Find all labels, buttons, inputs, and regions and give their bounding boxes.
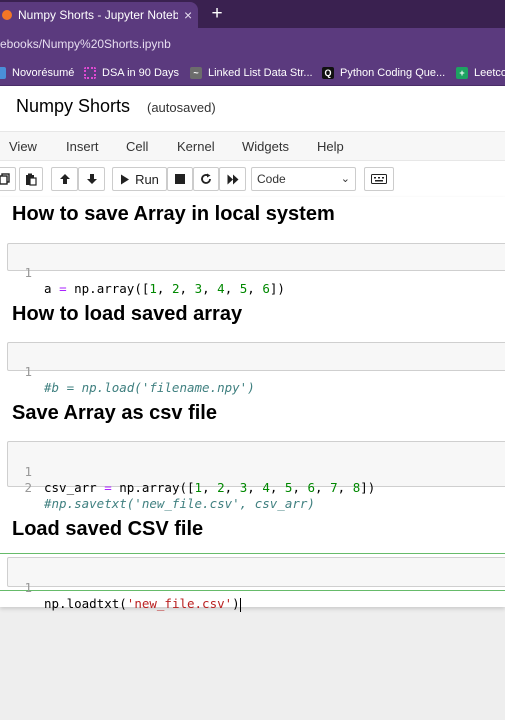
browser-tab[interactable]: Numpy Shorts - Jupyter Notebook ×	[0, 2, 198, 28]
code-cell[interactable]: 1 #b = np.load('filename.npy')	[7, 342, 505, 395]
markdown-heading[interactable]: Save Array as csv file	[12, 402, 217, 425]
keyboard-icon	[371, 174, 387, 184]
menu-insert[interactable]: Insert	[66, 139, 99, 154]
arrow-down-icon	[86, 174, 97, 184]
run-label: Run	[135, 171, 159, 187]
line-number: 1	[24, 265, 32, 280]
python-coding-site-icon: Q	[322, 67, 334, 79]
code-text: np.loadtxt('new_file.csv')	[44, 596, 241, 612]
move-down-button[interactable]	[78, 167, 105, 191]
markdown-heading[interactable]: How to load saved array	[12, 303, 242, 326]
stop-icon	[175, 174, 185, 184]
restart-kernel-button[interactable]	[193, 167, 219, 191]
bookmark-dsa[interactable]: DSA in 90 Days	[84, 65, 179, 81]
menu-bar: View Insert Cell Kernel Widgets Help	[0, 131, 505, 161]
jupyter-favicon-icon	[2, 10, 12, 20]
url-text[interactable]: ebooks/Numpy%20Shorts.ipynb	[0, 37, 171, 51]
linked-list-site-icon: ~	[190, 67, 202, 79]
browser-tab-strip: Numpy Shorts - Jupyter Notebook × +	[0, 0, 505, 28]
code-cell[interactable]: 1 a = np.array([1, 2, 3, 4, 5, 6])	[7, 243, 505, 296]
code-line: 1 #b = np.load('filename.npy')	[8, 348, 505, 395]
tab-title: Numpy Shorts - Jupyter Notebook	[18, 8, 178, 22]
run-button[interactable]: Run	[112, 167, 167, 191]
new-tab-button[interactable]: +	[206, 3, 228, 25]
line-number: 2	[24, 480, 32, 495]
cell-type-value: Code	[257, 172, 286, 186]
code-text: #np.savetxt('new_file.csv', csv_arr)	[44, 496, 315, 511]
text-cursor	[239, 597, 241, 612]
dsa-icon	[84, 67, 96, 79]
copy-cell-button[interactable]	[0, 167, 16, 191]
address-bar[interactable]: ebooks/Numpy%20Shorts.ipynb	[0, 28, 505, 60]
tab-close-icon[interactable]: ×	[184, 7, 192, 23]
move-up-button[interactable]	[51, 167, 78, 191]
notebook-toolbar: Run Code ⌄	[0, 161, 505, 197]
code-line: 1 csv_arr = np.array([1, 2, 3, 4, 5, 6, …	[8, 448, 505, 495]
code-text: #b = np.load('filename.npy')	[44, 380, 255, 395]
paste-cell-button[interactable]	[19, 167, 43, 191]
bookmark-label: Linked List Data Str...	[208, 67, 313, 79]
chevron-down-icon: ⌄	[340, 173, 350, 185]
bookmark-label: Python Coding Que...	[340, 67, 446, 79]
code-line: 1 a = np.array([1, 2, 3, 4, 5, 6])	[8, 249, 505, 296]
markdown-heading[interactable]: How to save Array in local system	[12, 203, 335, 226]
bookmark-python-coding[interactable]: Q Python Coding Que...	[322, 65, 445, 81]
bookmark-label: Novorésumé	[12, 67, 75, 79]
menu-widgets[interactable]: Widgets	[242, 139, 289, 154]
arrow-up-icon	[59, 174, 70, 184]
notebook-container: How to save Array in local system 1 a = …	[0, 197, 505, 612]
menu-kernel[interactable]: Kernel	[177, 139, 215, 154]
autosave-status: (autosaved)	[147, 100, 216, 115]
bookmark-leetcode[interactable]: + Leetco	[456, 65, 505, 81]
bookmark-linked-list[interactable]: ~ Linked List Data Str...	[190, 65, 313, 81]
notebook-title[interactable]: Numpy Shorts	[16, 96, 130, 117]
restart-run-all-button[interactable]	[219, 167, 246, 191]
markdown-heading[interactable]: Load saved CSV file	[12, 518, 203, 541]
code-line: 1 np.loadtxt('new_file.csv')	[8, 564, 505, 612]
menu-view[interactable]: View	[9, 139, 37, 154]
command-palette-button[interactable]	[364, 167, 394, 191]
bookmark-label: Leetco	[474, 67, 505, 79]
play-icon	[121, 174, 130, 184]
paste-icon	[26, 173, 37, 186]
copy-icon	[0, 173, 10, 185]
novoresume-icon	[0, 67, 6, 79]
cell-type-select[interactable]: Code ⌄	[251, 167, 356, 191]
sheets-icon: +	[456, 67, 468, 79]
code-line: 2 #np.savetxt('new_file.csv', csv_arr)	[8, 464, 505, 511]
fast-forward-icon	[227, 174, 238, 184]
restart-icon	[201, 173, 211, 184]
bookmark-label: DSA in 90 Days	[102, 67, 180, 79]
bookmarks-bar: Novorésumé DSA in 90 Days ~ Linked List …	[0, 60, 505, 86]
code-text: csv_arr = np.array([1, 2, 3, 4, 5, 6, 7,…	[44, 480, 376, 495]
code-cell[interactable]: 1 csv_arr = np.array([1, 2, 3, 4, 5, 6, …	[7, 441, 505, 511]
bookmark-novoresume[interactable]: Novorésumé	[0, 65, 74, 81]
menu-cell[interactable]: Cell	[126, 139, 148, 154]
code-cell-active[interactable]: 1 np.loadtxt('new_file.csv')	[7, 557, 505, 612]
line-number: 1	[24, 580, 32, 595]
notebook-header: Numpy Shorts (autosaved)	[0, 86, 505, 131]
menu-help[interactable]: Help	[317, 139, 344, 154]
line-number: 1	[24, 364, 32, 379]
interrupt-kernel-button[interactable]	[167, 167, 193, 191]
code-text: a = np.array([1, 2, 3, 4, 5, 6])	[44, 281, 285, 296]
